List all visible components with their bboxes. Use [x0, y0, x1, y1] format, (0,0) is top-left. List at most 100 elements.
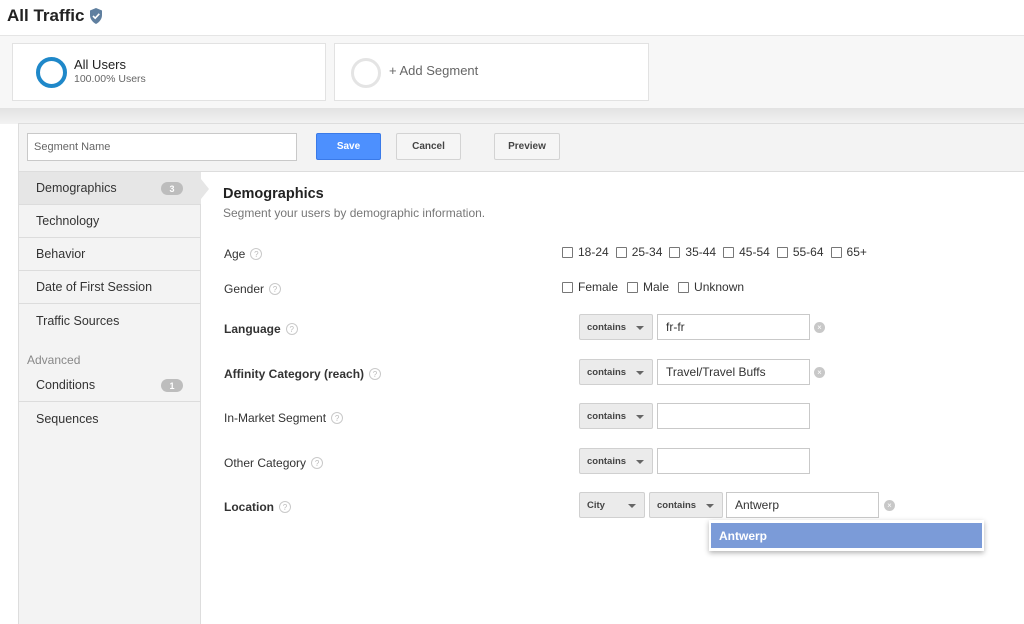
save-button[interactable]: Save: [316, 133, 381, 160]
age-checkbox-55-64[interactable]: 55-64: [776, 245, 824, 259]
help-icon[interactable]: ?: [369, 368, 382, 380]
age-label: Age: [224, 247, 246, 261]
gender-checkbox-unknown[interactable]: Unknown: [678, 280, 744, 294]
dropdown-value: contains: [587, 321, 627, 333]
sidebar-item-label: Demographics: [36, 181, 117, 195]
input-value: Antwerp: [735, 498, 780, 512]
location-scope-dropdown[interactable]: City: [579, 492, 645, 518]
location-value-input[interactable]: Antwerp: [726, 492, 879, 518]
affinity-operator-dropdown[interactable]: contains: [579, 359, 653, 385]
dropdown-value: contains: [657, 499, 697, 511]
age-checkbox-25-34[interactable]: 25-34: [615, 245, 663, 259]
sidebar-item-conditions[interactable]: Conditions 1: [19, 369, 201, 402]
in-market-operator-dropdown[interactable]: contains: [579, 403, 653, 429]
help-icon[interactable]: ?: [279, 501, 291, 513]
age-label-row: Age ?: [224, 247, 263, 261]
checkbox-box[interactable]: [562, 281, 573, 293]
clear-icon[interactable]: ×: [814, 322, 825, 333]
preview-button[interactable]: Preview: [494, 133, 560, 160]
autocomplete-option[interactable]: Antwerp: [711, 523, 982, 548]
checkbox-box[interactable]: [669, 246, 681, 258]
editor-sidebar: Demographics 3 Technology Behavior Date …: [19, 172, 201, 624]
help-icon[interactable]: ?: [250, 248, 263, 260]
autocomplete-dropdown: Antwerp: [709, 520, 984, 551]
help-icon[interactable]: ?: [269, 283, 282, 295]
segment-bar: All Users 100.00% Users + Add Segment: [0, 36, 1024, 108]
dropdown-value: contains: [587, 366, 627, 378]
help-icon[interactable]: ?: [331, 412, 344, 424]
page-title-wrap: All Traffic: [7, 6, 103, 26]
dropdown-value: City: [587, 499, 605, 511]
age-checkbox-18-24[interactable]: 18-24: [562, 245, 609, 259]
segment-subtext: 100.00% Users: [74, 73, 146, 85]
sidebar-item-sequences[interactable]: Sequences: [19, 402, 201, 435]
editor-toolbar: Save Cancel Preview: [19, 124, 1024, 172]
checkbox-label: 35-44: [685, 245, 717, 259]
sidebar-item-label: Technology: [36, 214, 100, 228]
segment-card-all-users[interactable]: All Users 100.00% Users: [12, 43, 326, 101]
sidebar-item-traffic-sources[interactable]: Traffic Sources: [19, 304, 201, 337]
verified-shield-icon: [90, 8, 103, 24]
checkbox-label: 65+: [846, 245, 867, 259]
language-label: Language: [224, 322, 281, 336]
help-icon[interactable]: ?: [285, 323, 298, 335]
in-market-label: In-Market Segment: [224, 411, 327, 425]
location-label-row: Location ?: [224, 500, 291, 514]
gender-checkbox-female[interactable]: Female: [562, 280, 618, 294]
sidebar-item-demographics[interactable]: Demographics 3: [19, 172, 201, 205]
checkbox-label: Unknown: [694, 280, 745, 294]
segment-ring-icon: [36, 57, 67, 88]
age-checkbox-65-plus[interactable]: 65+: [830, 245, 867, 259]
input-value: Travel/Travel Buffs: [666, 365, 766, 379]
clear-icon[interactable]: ×: [884, 500, 895, 511]
input-value: fr-fr: [666, 320, 685, 334]
segment-name-input[interactable]: [27, 133, 297, 161]
sidebar-item-technology[interactable]: Technology: [19, 205, 201, 238]
advanced-heading: Advanced: [27, 353, 81, 367]
checkbox-label: 55-64: [792, 245, 824, 259]
other-category-operator-dropdown[interactable]: contains: [579, 448, 653, 474]
clear-icon[interactable]: ×: [814, 367, 825, 378]
affinity-value-input[interactable]: Travel/Travel Buffs: [657, 359, 810, 385]
demographics-panel: Demographics Segment your users by demog…: [202, 172, 1024, 624]
affinity-label: Affinity Category (reach): [224, 367, 365, 381]
age-checkbox-35-44[interactable]: 35-44: [669, 245, 716, 259]
checkbox-box[interactable]: [615, 246, 627, 258]
segment-name: All Users: [74, 57, 127, 72]
chevron-down-icon: [636, 326, 644, 330]
other-category-label-row: Other Category ?: [224, 456, 324, 470]
cancel-button[interactable]: Cancel: [396, 133, 461, 160]
count-badge: 1: [161, 379, 183, 392]
add-segment-card[interactable]: + Add Segment: [334, 43, 649, 101]
checkbox-label: 18-24: [578, 245, 609, 259]
help-icon[interactable]: ?: [311, 457, 324, 469]
gender-checkboxes: Female Male Unknown: [562, 280, 751, 294]
segment-editor: Save Cancel Preview Demographics 3 Techn…: [18, 123, 1024, 624]
sidebar-item-label: Sequences: [36, 411, 99, 426]
checkbox-box[interactable]: [723, 246, 735, 258]
in-market-label-row: In-Market Segment ?: [224, 411, 344, 425]
checkbox-box[interactable]: [830, 246, 842, 258]
page-title: All Traffic: [7, 6, 85, 25]
language-operator-dropdown[interactable]: contains: [579, 314, 653, 340]
gender-checkbox-male[interactable]: Male: [627, 280, 669, 294]
checkbox-box[interactable]: [776, 246, 788, 258]
age-checkbox-45-54[interactable]: 45-54: [723, 245, 770, 259]
location-operator-dropdown[interactable]: contains: [649, 492, 723, 518]
checkbox-box[interactable]: [678, 281, 690, 293]
checkbox-box[interactable]: [562, 246, 573, 258]
checkbox-box[interactable]: [627, 281, 639, 293]
in-market-value-input[interactable]: [657, 403, 810, 429]
gender-label: Gender: [224, 282, 265, 296]
language-value-input[interactable]: fr-fr: [657, 314, 810, 340]
checkbox-label: 25-34: [631, 245, 663, 259]
add-segment-label: + Add Segment: [389, 63, 479, 78]
panel-title: Demographics: [223, 186, 324, 202]
language-label-row: Language ?: [224, 322, 298, 336]
checkbox-label: Female: [578, 280, 619, 294]
sidebar-item-label: Date of First Session: [36, 280, 153, 294]
sidebar-item-label: Behavior: [36, 247, 86, 261]
other-category-value-input[interactable]: [657, 448, 810, 474]
sidebar-item-behavior[interactable]: Behavior: [19, 238, 201, 271]
sidebar-item-date-of-first-session[interactable]: Date of First Session: [19, 271, 201, 304]
